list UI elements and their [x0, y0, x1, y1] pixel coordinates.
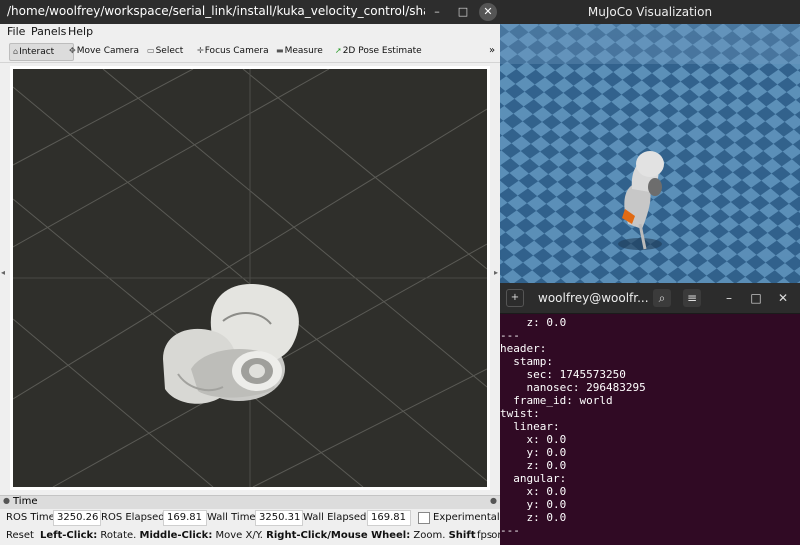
move-icon: ✥ — [69, 46, 76, 55]
tool-label: 2D Pose Estimate — [342, 46, 422, 56]
maximize-button[interactable]: □ — [454, 3, 472, 21]
tool-label: Focus Camera — [204, 46, 269, 56]
viewport-scene — [13, 69, 487, 487]
toolbar-overflow-button[interactable]: » — [486, 43, 498, 59]
terminal-window: + woolfrey@woolfr... ⌕ ≡ – □ ✕ z: 0.0 --… — [500, 283, 800, 545]
right-click-desc: Zoom. — [410, 530, 449, 541]
mujoco-window: MuJoCo Visualization — [500, 0, 800, 283]
right-dock-handle[interactable]: ▸ — [494, 268, 498, 288]
shift-key: Shift: — [448, 530, 480, 541]
terminal-line: y: 0.0 — [500, 498, 567, 511]
menu-help[interactable]: Help — [68, 25, 93, 38]
left-click-desc: Rotate. — [97, 530, 140, 541]
terminal-line: z: 0.0 — [500, 511, 567, 524]
hamburger-menu-icon[interactable]: ≡ — [683, 289, 701, 307]
terminal-line: y: 0.0 — [500, 446, 567, 459]
wall-time-label: Wall Time: — [207, 512, 259, 523]
rviz-titlebar[interactable]: /home/woolfrey/workspace/serial_link/ins… — [0, 0, 500, 24]
terminal-line: frame_id: world — [500, 394, 613, 407]
focus-icon: ✛ — [197, 46, 204, 55]
ros-elapsed-label: ROS Elapsed: — [101, 512, 168, 523]
menu-panels[interactable]: Panels — [31, 25, 66, 38]
terminal-line: --- — [500, 329, 520, 342]
robot-arm-model — [163, 283, 299, 404]
terminal-line: stamp: — [500, 355, 553, 368]
tool-label: Select — [155, 46, 184, 56]
minimize-button[interactable]: – — [428, 3, 446, 21]
tool-toolbar: ⌂Interact ✥Move Camera ▭Select ✛Focus Ca… — [0, 40, 500, 63]
panel-dot-icon: ● — [3, 496, 10, 505]
reset-button[interactable]: Reset — [6, 530, 34, 541]
tool-label: Move Camera — [76, 46, 140, 56]
3d-viewport[interactable] — [13, 69, 487, 487]
tool-focus-camera[interactable]: ✛Focus Camera — [194, 43, 272, 59]
experimental-label: Experimental — [433, 512, 500, 523]
terminal-line: header: — [500, 342, 547, 355]
window-title: /home/woolfrey/workspace/serial_link/ins… — [7, 4, 425, 18]
terminal-line: sec: 1745573250 — [500, 368, 626, 381]
mujoco-render — [500, 24, 800, 283]
tool-select[interactable]: ▭Select — [144, 43, 186, 59]
cursor-icon: ⌂ — [13, 47, 19, 56]
menu-file[interactable]: File — [7, 25, 25, 38]
mujoco-title: MuJoCo Visualization — [587, 5, 713, 19]
select-icon: ▭ — [147, 46, 155, 55]
tool-measure[interactable]: ▬Measure — [273, 43, 326, 59]
time-panel-title: Time — [13, 496, 38, 507]
new-tab-icon[interactable]: + — [506, 289, 524, 307]
terminal-output[interactable]: z: 0.0 --- header: stamp: sec: 174557325… — [500, 315, 800, 545]
terminal-line: twist: — [500, 407, 540, 420]
close-button[interactable]: ✕ — [479, 3, 497, 21]
close-icon[interactable]: ✕ — [774, 289, 792, 307]
right-click-key: Right-Click/Mouse Wheel: — [266, 530, 411, 541]
middle-click-key: Middle-Click: — [139, 530, 213, 541]
terminal-title: woolfrey@woolfr... — [538, 291, 648, 305]
left-dock-handle[interactable]: ◂ — [1, 268, 5, 288]
ground-grid — [13, 69, 487, 487]
search-icon[interactable]: ⌕ — [653, 289, 671, 307]
tool-label: Measure — [284, 46, 323, 56]
status-help-text: Left-Click: Rotate. Middle-Click: Move X… — [40, 530, 500, 541]
terminal-line: --- — [500, 524, 520, 537]
wall-elapsed-value: 169.81 — [367, 510, 411, 526]
terminal-line: x: 0.0 — [500, 433, 567, 446]
middle-click-desc: Move X/Y. — [212, 530, 267, 541]
terminal-line: linear: — [500, 420, 560, 433]
terminal-line: z: 0.0 — [500, 459, 567, 472]
time-panel-header[interactable]: ● Time ● — [0, 495, 500, 509]
ros-elapsed-value: 169.81 — [163, 510, 207, 526]
tool-interact[interactable]: ⌂Interact — [9, 43, 74, 61]
minimize-icon[interactable]: – — [720, 289, 738, 307]
panel-close-icon[interactable]: ● — [490, 496, 497, 505]
fps-label: fps — [476, 530, 493, 541]
mujoco-scene[interactable] — [500, 24, 800, 283]
terminal-line: nanosec: 296483295 — [500, 381, 646, 394]
pose-arrow-icon: ➚ — [335, 46, 342, 55]
experimental-checkbox[interactable] — [418, 512, 430, 524]
ros-time-label: ROS Time: — [6, 512, 59, 523]
tool-move-camera[interactable]: ✥Move Camera — [66, 43, 142, 59]
terminal-line: angular: — [500, 472, 567, 485]
tool-2d-pose-estimate[interactable]: ➚2D Pose Estimate — [332, 43, 425, 59]
ruler-icon: ▬ — [276, 46, 284, 55]
tool-label: Interact — [19, 47, 55, 57]
left-click-key: Left-Click: — [40, 530, 98, 541]
ros-time-value: 3250.26 — [53, 510, 101, 526]
terminal-line: z: 0.0 — [500, 316, 567, 329]
wall-elapsed-label: Wall Elapsed: — [303, 512, 370, 523]
menubar: File Panels Help — [0, 24, 500, 40]
terminal-titlebar[interactable]: + woolfrey@woolfr... ⌕ ≡ – □ ✕ — [500, 283, 800, 314]
maximize-icon[interactable]: □ — [747, 289, 765, 307]
rviz-window: /home/woolfrey/workspace/serial_link/ins… — [0, 0, 500, 545]
status-bar: Reset Left-Click: Rotate. Middle-Click: … — [0, 527, 500, 545]
terminal-line: x: 0.0 — [500, 485, 567, 498]
mujoco-titlebar[interactable]: MuJoCo Visualization — [500, 0, 800, 24]
wall-time-value: 3250.31 — [255, 510, 303, 526]
